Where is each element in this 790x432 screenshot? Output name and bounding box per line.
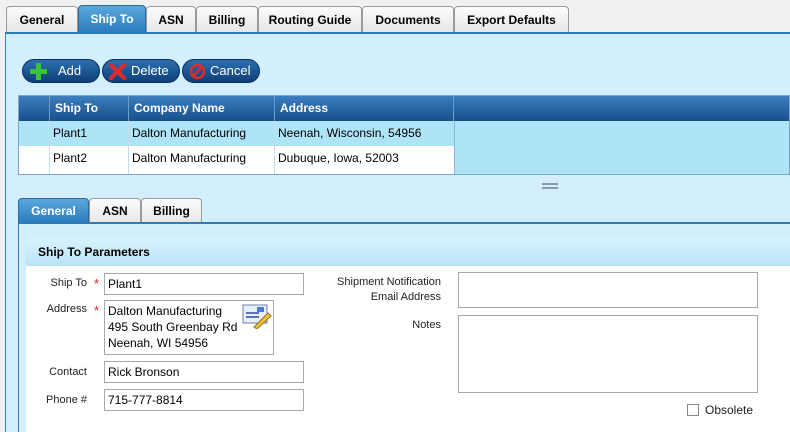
section-header: Ship To Parameters bbox=[26, 238, 790, 266]
cell-address: Neenah, Wisconsin, 54956 bbox=[278, 126, 422, 140]
notes-textarea[interactable] bbox=[458, 315, 758, 393]
grid-header-address[interactable]: Address bbox=[275, 96, 454, 121]
ship-to-input[interactable]: Plant1 bbox=[104, 273, 304, 295]
tab-billing[interactable]: Billing bbox=[196, 6, 258, 32]
notes-label: Notes bbox=[412, 319, 441, 331]
tab-routing-guide[interactable]: Routing Guide bbox=[258, 6, 362, 32]
cancel-icon bbox=[189, 63, 206, 80]
cell-ship-to: Plant1 bbox=[53, 126, 88, 140]
grid-header-company[interactable]: Company Name bbox=[129, 96, 275, 121]
address-line-3: Neenah, WI 54956 bbox=[108, 336, 209, 350]
grid-header-filler bbox=[454, 96, 789, 121]
tab-asn[interactable]: ASN bbox=[146, 6, 196, 32]
tab-general[interactable]: General bbox=[6, 6, 78, 32]
cancel-button[interactable]: Cancel bbox=[182, 59, 260, 83]
contact-input[interactable]: Rick Bronson bbox=[104, 361, 304, 383]
column-divider bbox=[49, 121, 50, 174]
delete-button[interactable]: Delete bbox=[102, 59, 180, 83]
cell-ship-to: Plant2 bbox=[53, 151, 88, 165]
tab-export-defaults[interactable]: Export Defaults bbox=[454, 6, 569, 32]
notification-email-input[interactable] bbox=[458, 272, 758, 308]
contact-label: Contact bbox=[49, 366, 87, 378]
ship-to-label: Ship To bbox=[50, 277, 88, 289]
table-row[interactable]: Plant2 Dalton Manufacturing Dubuque, Iow… bbox=[19, 146, 455, 171]
obsolete-checkbox[interactable] bbox=[687, 404, 699, 416]
phone-label: Phone # bbox=[46, 394, 87, 406]
grid-header-selector bbox=[19, 96, 50, 121]
subtab-general[interactable]: General bbox=[18, 198, 89, 223]
column-divider bbox=[454, 121, 455, 174]
table-row-partial bbox=[19, 171, 455, 174]
ship-to-grid: Ship To Company Name Address Plant1 Dalt… bbox=[18, 95, 790, 175]
table-row[interactable]: Plant1 Dalton Manufacturing Neenah, Wisc… bbox=[19, 121, 455, 146]
edit-address-icon[interactable] bbox=[242, 303, 272, 329]
shipment-notification-label: Shipment Notification bbox=[337, 276, 441, 288]
cancel-label: Cancel bbox=[210, 63, 251, 78]
cell-address: Dubuque, Iowa, 52003 bbox=[278, 151, 399, 165]
add-button[interactable]: Add bbox=[22, 59, 100, 83]
plus-icon bbox=[30, 63, 47, 80]
grid-header-ship-to[interactable]: Ship To bbox=[50, 96, 129, 121]
cell-company: Dalton Manufacturing bbox=[132, 126, 247, 140]
subtab-billing[interactable]: Billing bbox=[141, 198, 202, 223]
column-divider bbox=[128, 121, 129, 174]
delete-label: Delete bbox=[131, 63, 169, 78]
delete-x-icon bbox=[109, 63, 126, 80]
column-divider bbox=[274, 121, 275, 174]
address-label: Address bbox=[46, 303, 87, 315]
add-label: Add bbox=[58, 63, 82, 78]
cell-company: Dalton Manufacturing bbox=[132, 151, 247, 165]
splitter-grip-icon[interactable] bbox=[542, 183, 558, 189]
required-marker: * bbox=[94, 303, 100, 318]
obsolete-label: Obsolete bbox=[705, 403, 754, 417]
email-address-label: Email Address bbox=[370, 291, 441, 303]
tab-documents[interactable]: Documents bbox=[362, 6, 454, 32]
phone-input[interactable]: 715-777-8814 bbox=[104, 389, 304, 411]
required-marker: * bbox=[94, 276, 100, 291]
tab-ship-to[interactable]: Ship To bbox=[78, 5, 146, 33]
subtab-asn[interactable]: ASN bbox=[89, 198, 141, 223]
